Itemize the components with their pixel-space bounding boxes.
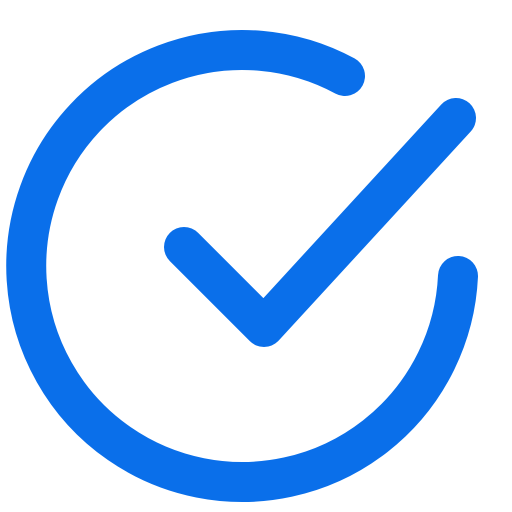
check-circle-icon [0,0,512,512]
check-circle-svg [6,29,478,502]
checkmark [164,98,476,347]
circle-arc [6,29,478,502]
icon-canvas [0,0,512,512]
